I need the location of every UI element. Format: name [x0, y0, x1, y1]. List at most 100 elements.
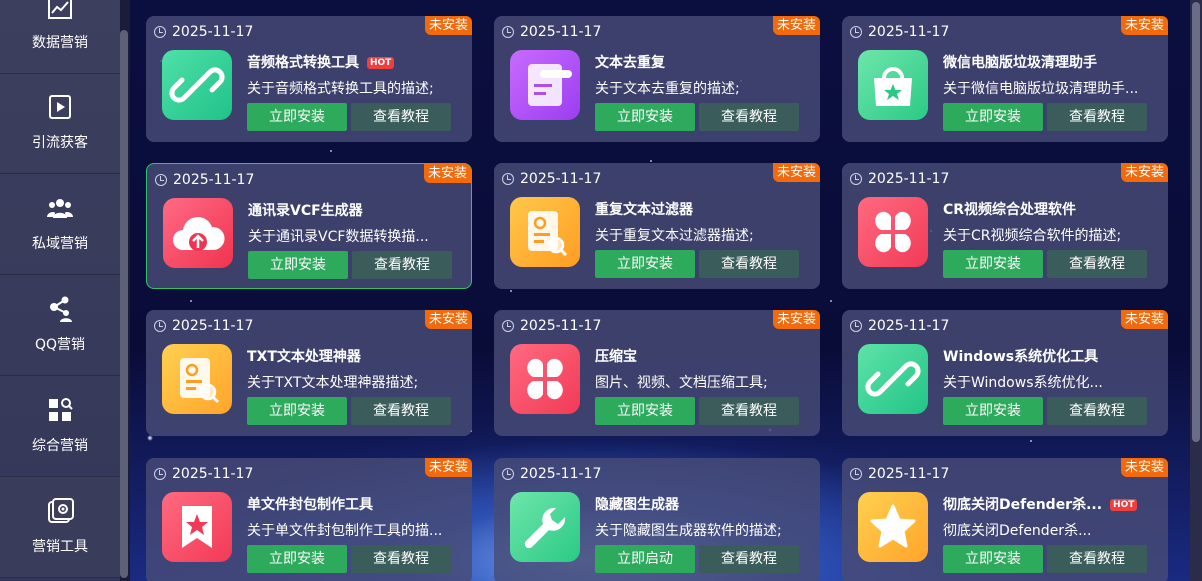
tutorial-button[interactable]: 查看教程	[699, 545, 799, 573]
tutorial-button[interactable]: 查看教程	[699, 103, 799, 131]
share-users-icon	[46, 295, 74, 323]
card-date-text: 2025-11-17	[520, 318, 602, 334]
tool-card[interactable]: 2025-11-17 未安装 音频格式转换工具 HOT 关于音频格式转换工具的描述; 立即…	[146, 16, 472, 142]
background-star	[830, 300, 832, 302]
sidebar-item-label: 综合营销	[32, 438, 88, 454]
install-button[interactable]: 立即安装	[943, 250, 1043, 278]
main-scrollbar-thumb[interactable]	[1192, 2, 1200, 442]
clock-icon	[155, 174, 167, 186]
shopping-bag-icon	[858, 50, 928, 120]
card-description: 关于Windows系统优化...	[943, 375, 1103, 391]
tutorial-button[interactable]: 查看教程	[1047, 103, 1147, 131]
petals-icon	[858, 197, 928, 267]
sidebar-item-label: 私域营销	[32, 236, 88, 252]
install-button[interactable]: 立即安装	[943, 397, 1043, 425]
link-icon	[162, 50, 232, 120]
card-date-text: 2025-11-17	[520, 24, 602, 40]
file-search-icon	[162, 344, 232, 414]
install-button[interactable]: 立即安装	[247, 545, 347, 573]
card-date-text: 2025-11-17	[868, 171, 950, 187]
card-description: 关于隐藏图生成器软件的描述;	[595, 523, 782, 539]
install-button[interactable]: 立即安装	[595, 397, 695, 425]
tutorial-button[interactable]: 查看教程	[1047, 545, 1147, 573]
clock-icon	[502, 26, 514, 38]
tutorial-button[interactable]: 查看教程	[351, 103, 451, 131]
card-date: 2025-11-17	[502, 24, 601, 40]
sidebar-item-label: 营销工具	[32, 539, 88, 555]
card-date-text: 2025-11-17	[868, 466, 950, 482]
sidebar: 数据营销 引流获客私域营销 QQ营销综合营销营销工具	[0, 0, 121, 581]
tutorial-button[interactable]: 查看教程	[352, 251, 452, 279]
card-date-text: 2025-11-17	[172, 318, 254, 334]
tool-card[interactable]: 2025-11-17 未安装 文本去重复 关于文本去重复的描述; 立即安装 查看教程	[494, 16, 820, 142]
cloud-upload-icon	[163, 198, 233, 268]
card-date: 2025-11-17	[850, 171, 949, 187]
status-badge: 未安装	[772, 163, 820, 182]
card-description: 关于微信电脑版垃圾清理助手...	[943, 81, 1139, 97]
install-button[interactable]: 立即安装	[247, 103, 347, 131]
sidebar-item-4[interactable]: QQ营销	[0, 275, 120, 376]
card-title-text: 音频格式转换工具	[247, 55, 359, 71]
clock-icon	[850, 26, 862, 38]
card-description: 彻底关闭Defender杀...	[943, 523, 1092, 539]
card-title-text: 微信电脑版垃圾清理助手	[943, 55, 1097, 71]
install-button[interactable]: 立即启动	[595, 545, 695, 573]
tool-card[interactable]: 2025-11-17 未安装 通讯录VCF生成器 关于通讯录VCF数据转换描... 立即…	[146, 163, 472, 289]
card-description: 关于音频格式转换工具的描述;	[247, 81, 434, 97]
tool-card[interactable]: 2025-11-17 未安装微信电脑版垃圾清理助手关于微信电脑版垃圾清理助手...…	[842, 16, 1168, 142]
clock-icon	[850, 468, 862, 480]
card-date-text: 2025-11-17	[173, 172, 255, 188]
card-title: Windows系统优化工具	[943, 346, 1098, 366]
wrench-icon	[510, 492, 580, 562]
sidebar-item-5[interactable]: 综合营销	[0, 376, 120, 477]
card-description: 关于TXT文本处理神器描述;	[247, 375, 419, 391]
card-date: 2025-11-17	[155, 172, 254, 188]
tool-card[interactable]: 2025-11-17 未安装 Windows系统优化工具 关于Windows系统优化.…	[842, 310, 1168, 436]
card-description: 关于单文件封包制作工具的描...	[247, 523, 443, 539]
card-date: 2025-11-17	[850, 318, 949, 334]
tutorial-button[interactable]: 查看教程	[1047, 397, 1147, 425]
tutorial-button[interactable]: 查看教程	[699, 250, 799, 278]
document-icon	[510, 50, 580, 120]
install-button[interactable]: 立即安装	[943, 545, 1043, 573]
hot-badge: HOT	[1110, 499, 1138, 511]
tool-card[interactable]: 2025-11-17 未安装 TXT文本处理神器关于TXT文本处理神器描述; 立即安装…	[146, 310, 472, 436]
card-date: 2025-11-17	[850, 24, 949, 40]
tool-card[interactable]: 2025-11-17 未安装 压缩宝 图片、视频、文档压缩工具; 立即安装 查看教程	[494, 310, 820, 436]
status-badge: 未安装	[424, 310, 472, 329]
sidebar-item-label: QQ营销	[34, 337, 86, 353]
main-scrollbar[interactable]	[1190, 0, 1202, 581]
card-title: TXT文本处理神器	[247, 346, 361, 366]
install-button[interactable]: 立即安装	[595, 103, 695, 131]
tool-card[interactable]: 2025-11-17 未安装 重复文本过滤器 关于重复文本过滤器描述; 立即安装 查看教程	[494, 163, 820, 289]
sidebar-scrollbar-thumb[interactable]	[120, 30, 128, 578]
status-badge: 未安装	[1120, 16, 1168, 35]
background-star	[330, 150, 332, 152]
file-search-icon	[510, 197, 580, 267]
card-title-text: 单文件封包制作工具	[247, 497, 373, 513]
tutorial-button[interactable]: 查看教程	[699, 397, 799, 425]
install-button[interactable]: 立即安装	[943, 103, 1043, 131]
tutorial-button[interactable]: 查看教程	[351, 545, 451, 573]
card-date: 2025-11-17	[154, 24, 253, 40]
card-title-text: 彻底关闭Defender杀...	[943, 497, 1103, 513]
sidebar-item-3[interactable]: 私域营销	[0, 174, 120, 275]
install-button[interactable]: 立即安装	[247, 397, 347, 425]
tool-card[interactable]: 2025-11-17 未安装单文件封包制作工具关于单文件封包制作工具的描... 立即…	[146, 458, 472, 581]
sidebar-item-2[interactable]: 引流获客	[0, 73, 120, 174]
tutorial-button[interactable]: 查看教程	[351, 397, 451, 425]
background-star	[1030, 440, 1032, 442]
sidebar-item-6[interactable]: 营销工具	[0, 477, 120, 578]
tool-card[interactable]: 2025-11-17 隐藏图生成器 关于隐藏图生成器软件的描述; 立即启动 查看教程	[494, 458, 820, 581]
card-title: 彻底关闭Defender杀... HOT	[943, 494, 1138, 514]
install-button[interactable]: 立即安装	[248, 251, 348, 279]
tool-card[interactable]: 2025-11-17 未安装 彻底关闭Defender杀... HOT 彻底关闭Defe…	[842, 458, 1168, 581]
install-button[interactable]: 立即安装	[595, 250, 695, 278]
tutorial-button[interactable]: 查看教程	[1047, 250, 1147, 278]
tool-card[interactable]: 2025-11-17 未安装 CR视频综合处理软件 关于CR视频综合软件的描述; 立即安…	[842, 163, 1168, 289]
sidebar-item-1[interactable]: 数据营销	[0, 0, 120, 74]
clock-icon	[850, 320, 862, 332]
card-date: 2025-11-17	[154, 466, 253, 482]
card-description: 关于CR视频综合软件的描述;	[943, 228, 1122, 244]
status-badge: 未安装	[424, 458, 472, 477]
